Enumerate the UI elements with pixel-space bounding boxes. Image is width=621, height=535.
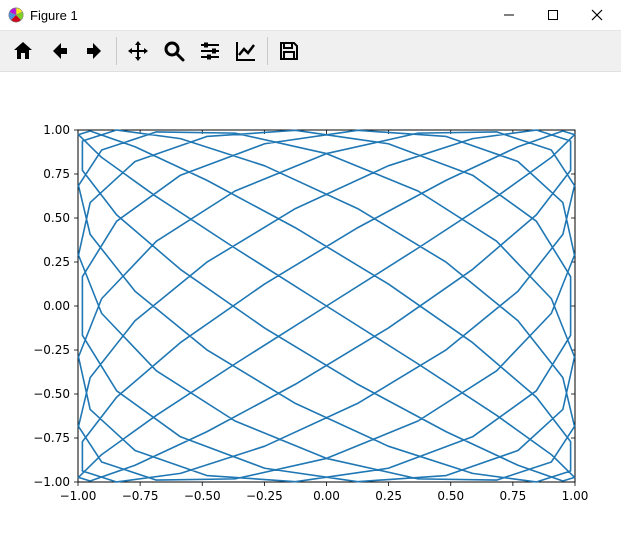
svg-text:0.00: 0.00 [43, 299, 70, 313]
svg-text:0.75: 0.75 [43, 167, 70, 181]
arrow-right-icon [83, 39, 107, 63]
svg-text:0.75: 0.75 [500, 489, 527, 503]
zoom-icon [162, 39, 186, 63]
minimize-button[interactable] [501, 7, 517, 23]
svg-text:1.00: 1.00 [562, 489, 589, 503]
svg-text:−0.50: −0.50 [33, 387, 70, 401]
home-button[interactable] [6, 34, 40, 68]
save-button[interactable] [272, 34, 306, 68]
maximize-button[interactable] [545, 7, 561, 23]
svg-text:0.25: 0.25 [375, 489, 402, 503]
svg-text:1.00: 1.00 [43, 123, 70, 137]
home-icon [11, 39, 35, 63]
back-button[interactable] [42, 34, 76, 68]
close-button[interactable] [589, 7, 605, 23]
edit-axes-button[interactable] [229, 34, 263, 68]
matplotlib-icon [8, 7, 24, 23]
svg-text:−0.25: −0.25 [33, 343, 70, 357]
window-title: Figure 1 [30, 8, 78, 23]
move-icon [126, 39, 150, 63]
pan-button[interactable] [121, 34, 155, 68]
window-controls [501, 7, 613, 23]
svg-text:−1.00: −1.00 [60, 489, 97, 503]
configure-button[interactable] [193, 34, 227, 68]
chart-area[interactable]: −1.00 −0.75 −0.50 −0.25 0.00 0.25 0.50 0.75 1.00… [0, 72, 621, 535]
separator [116, 37, 117, 65]
svg-text:−1.00: −1.00 [33, 475, 70, 489]
title-bar: Figure 1 [0, 0, 621, 30]
svg-text:−0.25: −0.25 [246, 489, 283, 503]
svg-text:−0.75: −0.75 [33, 431, 70, 445]
save-icon [277, 39, 301, 63]
svg-text:−0.50: −0.50 [184, 489, 221, 503]
forward-button[interactable] [78, 34, 112, 68]
sliders-icon [198, 39, 222, 63]
toolbar [0, 30, 621, 72]
svg-text:0.00: 0.00 [313, 489, 340, 503]
arrow-left-icon [47, 39, 71, 63]
svg-text:0.50: 0.50 [437, 489, 464, 503]
lissajous-plot: −1.00 −0.75 −0.50 −0.25 0.00 0.25 0.50 0.75 1.00… [0, 72, 621, 535]
separator [267, 37, 268, 65]
svg-text:0.50: 0.50 [43, 211, 70, 225]
chart-line-icon [234, 39, 258, 63]
svg-text:0.25: 0.25 [43, 255, 70, 269]
svg-text:−0.75: −0.75 [122, 489, 159, 503]
zoom-button[interactable] [157, 34, 191, 68]
